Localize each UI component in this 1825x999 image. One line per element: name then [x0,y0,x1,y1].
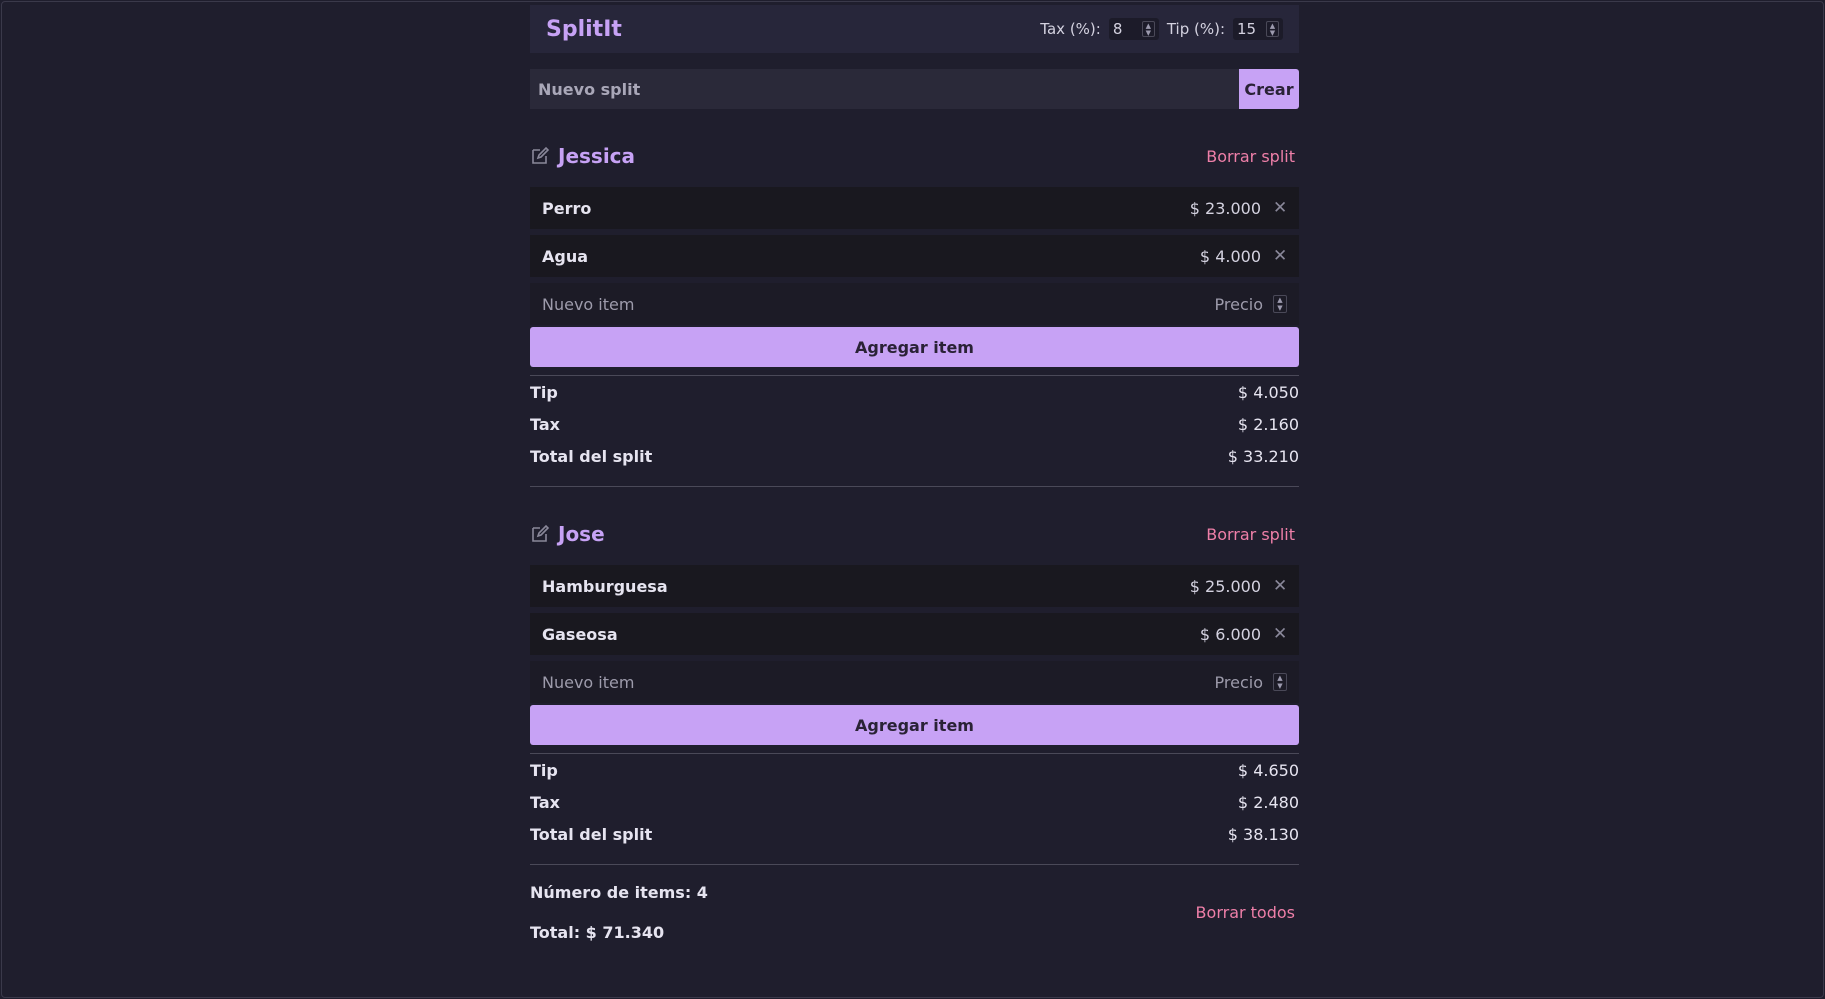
tip-row-label: Tip [530,382,558,402]
app-header: SplitIt Tax (%): 8 ▲ ▼ Tip (%): 15 ▲ ▼ [530,5,1299,53]
list-item: Gaseosa $ 6.000 ✕ [530,613,1299,655]
price-placeholder: Precio [1214,294,1263,314]
item-name: Gaseosa [542,624,618,644]
delete-split-button[interactable]: Borrar split [1206,147,1299,166]
list-item: Perro $ 23.000 ✕ [530,187,1299,229]
item-price: $ 4.000 [1199,246,1261,266]
split-name[interactable]: Jessica [558,144,635,168]
item-name: Perro [542,198,592,218]
add-item-button[interactable]: Agregar item [530,705,1299,745]
spinner-icon[interactable]: ▲ ▼ [1273,673,1287,691]
tip-row: Tip $ 4.050 [530,376,1299,408]
price-placeholder: Precio [1214,672,1263,692]
price-input[interactable]: Precio ▲ ▼ [1215,673,1287,692]
item-name: Hamburguesa [542,576,668,596]
app-window: SplitIt Tax (%): 8 ▲ ▼ Tip (%): 15 ▲ ▼ Nue… [1,1,1824,998]
split-title: Jose [530,522,605,546]
tax-input[interactable]: 8 ▲ ▼ [1108,18,1159,40]
close-icon[interactable]: ✕ [1273,246,1287,266]
tip-row: Tip $ 4.650 [530,754,1299,786]
tax-row-label: Tax [530,414,560,434]
tax-row: Tax $ 2.480 [530,786,1299,818]
close-icon[interactable]: ✕ [1273,576,1287,596]
split-total-label: Total del split [530,446,653,466]
tip-input[interactable]: 15 ▲ ▼ [1233,18,1283,40]
delete-split-button[interactable]: Borrar split [1206,525,1299,544]
app-logo: SplitIt [546,16,622,42]
close-icon[interactable]: ✕ [1273,198,1287,218]
main-column: SplitIt Tax (%): 8 ▲ ▼ Tip (%): 15 ▲ ▼ Nue… [530,5,1299,957]
split-total-value: $ 33.210 [1227,446,1299,466]
new-item-row: Nuevo item Precio ▲ ▼ [530,661,1299,703]
split-header: Jessica Borrar split [530,142,1299,170]
item-price: $ 25.000 [1189,576,1261,596]
spinner-icon[interactable]: ▲ ▼ [1273,295,1287,313]
split-card: Jose Borrar split Hamburguesa $ 25.000 ✕… [530,520,1299,865]
list-item: Agua $ 4.000 ✕ [530,235,1299,277]
split-title: Jessica [530,144,635,168]
tax-row-label: Tax [530,792,560,812]
item-price: $ 23.000 [1189,198,1261,218]
new-split-form: Nuevo split Crear [530,69,1299,109]
tip-value: 15 [1237,20,1257,38]
close-icon[interactable]: ✕ [1273,624,1287,644]
grand-total: Total: $ 71.340 [530,923,665,942]
tax-row-value: $ 2.160 [1237,414,1299,434]
item-count: Número de items: 4 [530,883,708,902]
add-item-button[interactable]: Agregar item [530,327,1299,367]
tip-row-value: $ 4.650 [1237,760,1299,780]
price-input[interactable]: Precio ▲ ▼ [1215,295,1287,314]
split-card: Jessica Borrar split Perro $ 23.000 ✕ Ag… [530,142,1299,487]
tax-value: 8 [1112,20,1123,38]
split-total-row: Total del split $ 33.210 [530,440,1299,472]
new-split-input[interactable]: Nuevo split [530,69,1239,109]
list-item: Hamburguesa $ 25.000 ✕ [530,565,1299,607]
tax-spinner-icon[interactable]: ▲ ▼ [1141,21,1155,37]
delete-all-button[interactable]: Borrar todos [1196,903,1295,922]
item-name: Agua [542,246,589,266]
tip-row-value: $ 4.050 [1237,382,1299,402]
divider [530,486,1299,487]
divider [530,864,1299,865]
tax-row-value: $ 2.480 [1237,792,1299,812]
new-item-input[interactable]: Nuevo item [542,673,634,692]
split-total-label: Total del split [530,824,653,844]
tip-spinner-icon[interactable]: ▲ ▼ [1266,21,1279,37]
footer: Número de items: 4 Total: $ 71.340 Borra… [530,877,1299,957]
new-item-row: Nuevo item Precio ▲ ▼ [530,283,1299,325]
create-split-button[interactable]: Crear [1239,69,1299,109]
edit-icon[interactable] [530,146,550,166]
settings-bar: Tax (%): 8 ▲ ▼ Tip (%): 15 ▲ ▼ [1040,18,1283,40]
tax-label: Tax (%): [1040,20,1101,38]
split-header: Jose Borrar split [530,520,1299,548]
new-item-input[interactable]: Nuevo item [542,295,634,314]
tip-label: Tip (%): [1166,20,1225,38]
split-total-row: Total del split $ 38.130 [530,818,1299,850]
tax-row: Tax $ 2.160 [530,408,1299,440]
split-name[interactable]: Jose [558,522,605,546]
tip-row-label: Tip [530,760,558,780]
split-total-value: $ 38.130 [1227,824,1299,844]
edit-icon[interactable] [530,524,550,544]
item-price: $ 6.000 [1199,624,1261,644]
